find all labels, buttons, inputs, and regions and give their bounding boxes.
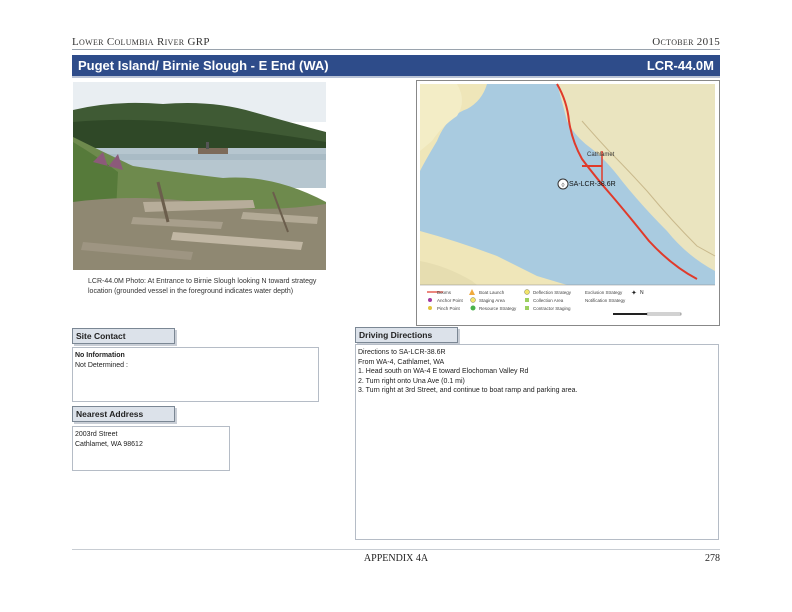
address-line-1: 2003rd Street	[75, 431, 118, 438]
header-right: October 2015	[652, 36, 720, 48]
legend-item: Resource Strategy	[479, 306, 517, 311]
legend-item: Boat Launch	[479, 290, 505, 295]
title-banner: Puget Island/ Birnie Slough - E End (WA)…	[72, 55, 720, 78]
legend-item: Exclusion Strategy	[585, 290, 623, 295]
page-number: 278	[705, 553, 720, 564]
svg-text:◊: ◊	[562, 182, 565, 189]
direction-line: 1. Head south on WA-4 E toward Elochoman…	[358, 368, 529, 375]
site-id: LCR-44.0M	[646, 58, 714, 73]
direction-line: From WA-4, Cathlamet, WA	[358, 358, 445, 366]
map-site-label: SA-LCR-38.6R	[569, 181, 616, 188]
legend-item: Anchor Point	[437, 298, 463, 303]
legend-item: Booms	[437, 290, 452, 295]
direction-line: 3. Turn right at 3rd Street, and continu…	[358, 387, 578, 394]
contact-detail: Not Determined :	[75, 361, 128, 369]
svg-text:✦: ✦	[631, 289, 637, 297]
driving-directions-header: Driving Directions	[355, 327, 458, 343]
legend-item: Collection Area	[533, 298, 564, 303]
page-title: Puget Island/ Birnie Slough - E End (WA)	[78, 58, 329, 73]
site-contact-header: Site Contact	[72, 328, 175, 344]
legend-item: Staging Area	[479, 298, 505, 303]
site-contact-box: No Information Not Determined :	[72, 347, 319, 402]
contact-name: No Information	[75, 352, 125, 359]
footer-appendix: APPENDIX 4A	[363, 553, 429, 564]
nearest-address-header: Nearest Address	[72, 406, 175, 422]
nearest-address-box: 2003rd Street Cathlamet, WA 98612	[72, 426, 230, 471]
site-map[interactable]: ◊ ✦ Cathlamet SA-LCR-38.6R Booms Anchor …	[416, 80, 720, 326]
header-left: Lower Columbia River GRP	[72, 36, 210, 48]
map-town-label: Cathlamet	[587, 152, 615, 158]
legend-item: Contractor Staging	[533, 306, 571, 311]
header-rule	[72, 49, 720, 50]
photo-caption: LCR-44.0M Photo: At Entrance to Birnie S…	[88, 278, 317, 295]
address-line-2: Cathlamet, WA 98612	[75, 440, 143, 448]
legend-item: Deflection Strategy	[533, 290, 572, 295]
direction-line: 2. Turn right onto Una Ave (0.1 mi)	[358, 377, 465, 385]
driving-directions-box: Directions to SA-LCR-38.6R From WA-4, Ca…	[355, 344, 719, 540]
footer-rule	[72, 549, 720, 550]
site-photo	[73, 82, 326, 270]
north-arrow-icon: N	[640, 290, 644, 296]
legend-item: Notification Strategy	[585, 298, 626, 303]
legend-item: Pinch Point	[437, 306, 460, 311]
direction-line: Directions to SA-LCR-38.6R	[358, 349, 446, 356]
